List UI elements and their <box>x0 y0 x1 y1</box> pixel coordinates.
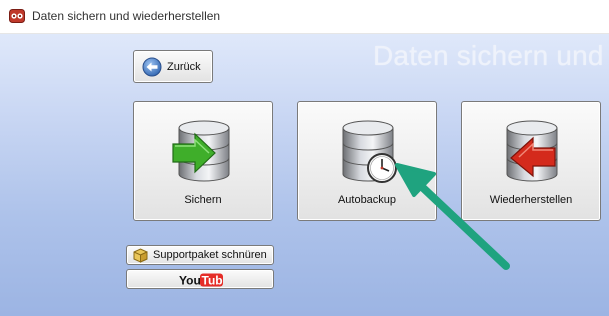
back-button-label: Zurück <box>167 61 201 73</box>
restore-button-label: Wiederherstellen <box>489 194 573 206</box>
database-clock-icon <box>342 120 397 183</box>
back-button[interactable]: Zurück <box>133 50 213 83</box>
backup-button-label: Sichern <box>184 194 222 206</box>
restore-button[interactable]: Wiederherstellen <box>461 101 601 221</box>
youtube-button[interactable]: You Tube <box>126 269 274 289</box>
youtube-logo-you: You <box>179 274 201 288</box>
database-green-arrow-icon <box>172 120 230 182</box>
app-icon <box>9 9 25 23</box>
svg-text:You: You <box>179 274 201 288</box>
support-package-button[interactable]: Supportpaket schnüren <box>126 245 274 265</box>
title-bar: Daten sichern und wiederherstellen <box>0 0 609 33</box>
backup-button[interactable]: Sichern <box>133 101 273 221</box>
package-icon <box>133 248 148 263</box>
back-arrow-icon <box>142 57 162 77</box>
autobackup-button[interactable]: Autobackup <box>297 101 437 221</box>
youtube-logo-icon: You Tube <box>179 273 223 287</box>
header-watermark: Daten sichern und w <box>373 40 609 71</box>
autobackup-button-label: Autobackup <box>337 194 397 206</box>
svg-text:Tube: Tube <box>202 274 224 288</box>
database-red-arrow-icon <box>506 120 558 182</box>
youtube-logo-tube: Tube <box>202 274 224 288</box>
support-package-label: Supportpaket schnüren <box>153 249 267 261</box>
window-title: Daten sichern und wiederherstellen <box>32 9 221 23</box>
